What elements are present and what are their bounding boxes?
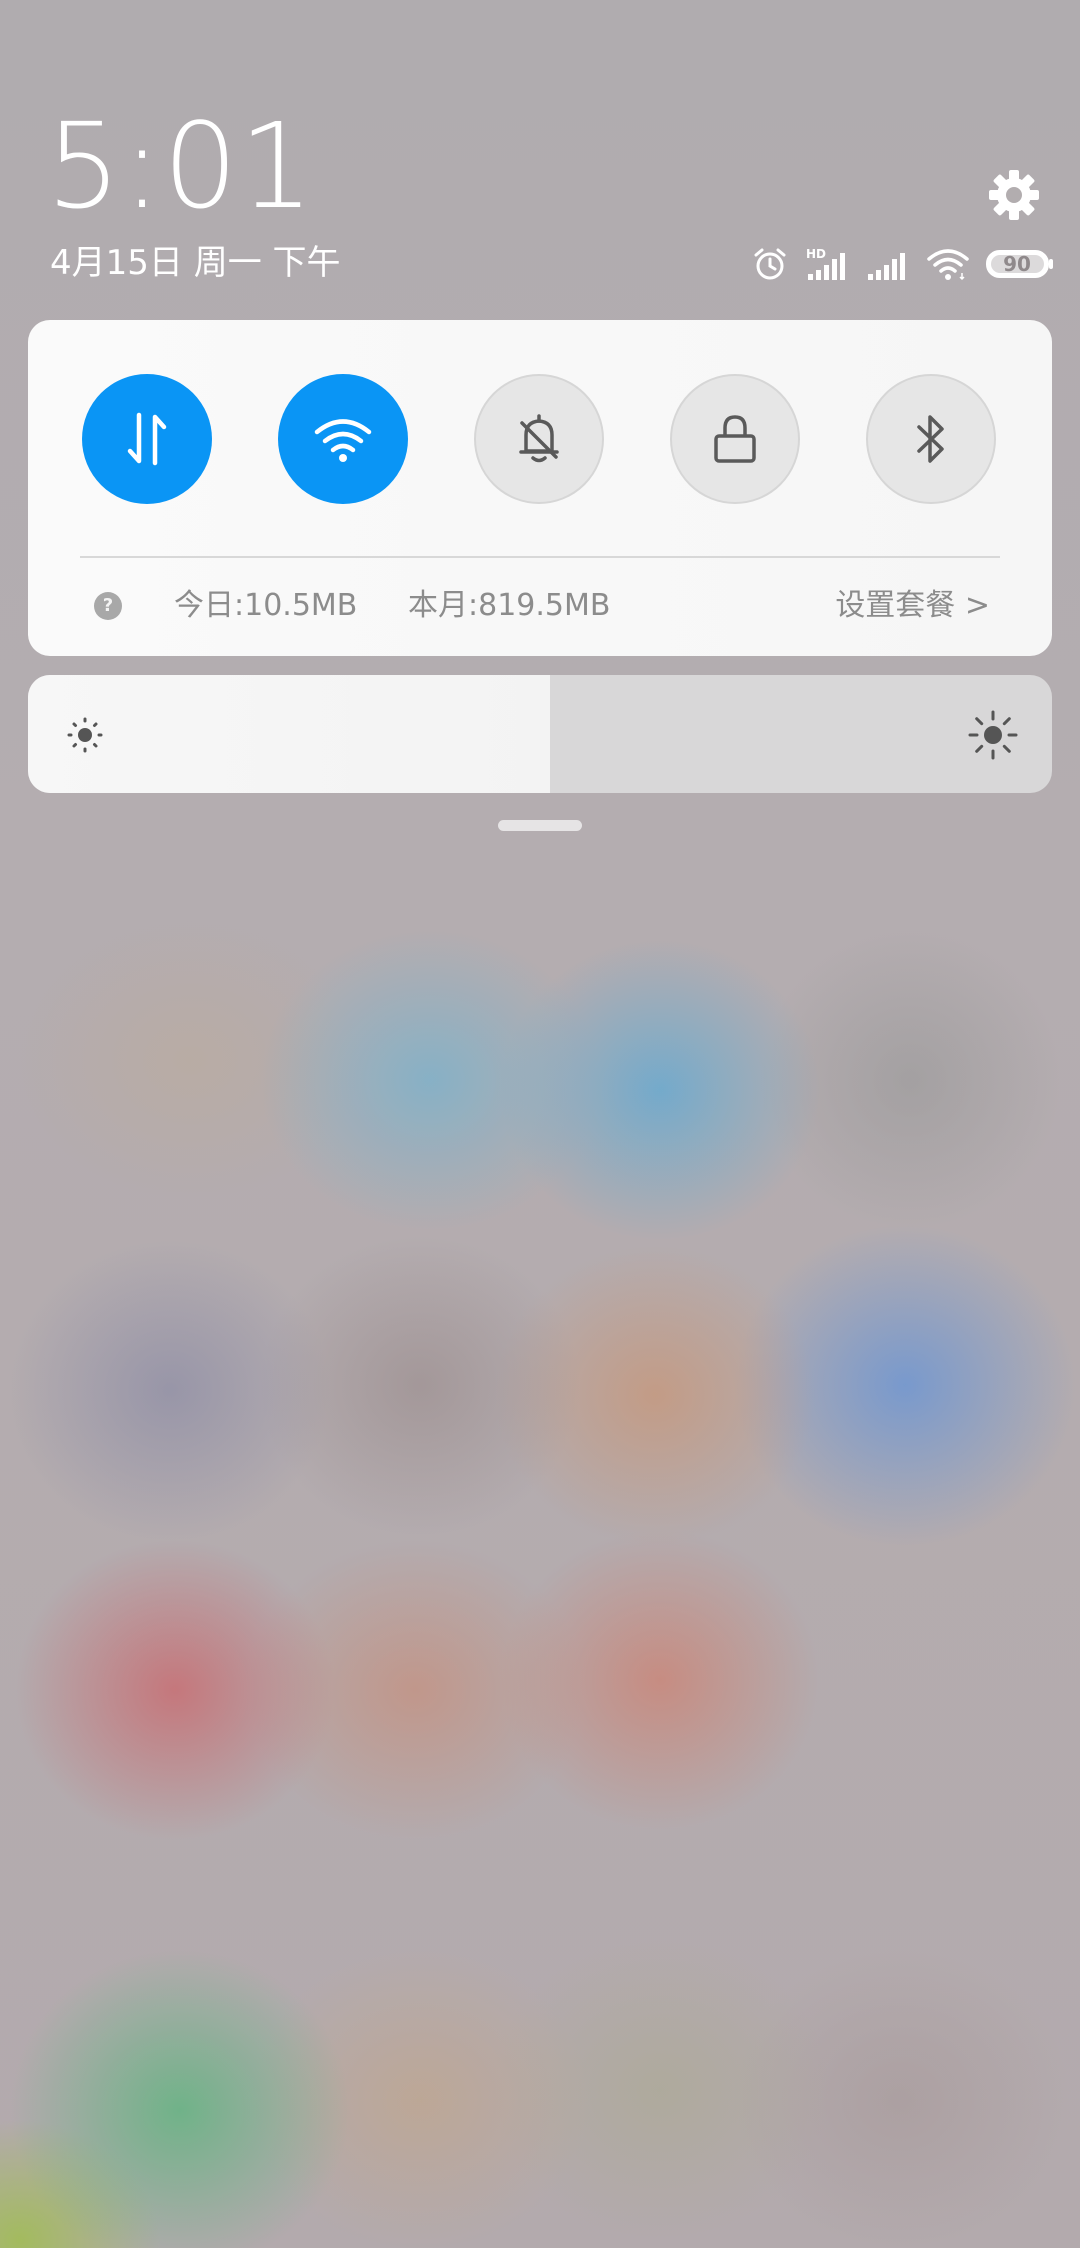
bell-off-icon bbox=[519, 414, 559, 463]
toggle-lock-screen[interactable] bbox=[670, 374, 800, 504]
toggle-bluetooth[interactable] bbox=[866, 374, 996, 504]
mobile-data-icon bbox=[127, 412, 167, 466]
wifi-icon bbox=[314, 419, 372, 462]
data-usage-today: 今日:10.5MB bbox=[174, 588, 358, 623]
quick-settings-panel: ? 今日:10.5MB 本月:819.5MB 设置套餐 > bbox=[28, 320, 1052, 656]
battery-level: 90 bbox=[1003, 252, 1031, 276]
toggle-silent[interactable] bbox=[474, 374, 604, 504]
clock: 5:01 bbox=[46, 97, 315, 235]
signal-hd-icon: HD bbox=[806, 247, 845, 280]
wifi-status-icon bbox=[927, 249, 969, 281]
date-label: 4月15日 周一 下午 bbox=[50, 243, 341, 283]
toggle-wifi[interactable] bbox=[278, 374, 408, 504]
divider bbox=[80, 556, 1000, 558]
brightness-high-icon bbox=[968, 710, 1018, 760]
brightness-low-icon bbox=[67, 717, 103, 753]
battery-icon: 90 bbox=[986, 250, 1054, 278]
data-usage-row: ? 今日:10.5MB 本月:819.5MB 设置套餐 > bbox=[90, 582, 990, 630]
brightness-slider[interactable] bbox=[28, 675, 1052, 793]
drag-handle[interactable] bbox=[498, 820, 582, 831]
settings-gear-icon[interactable] bbox=[986, 167, 1042, 223]
set-plan-link[interactable]: 设置套餐 > bbox=[835, 582, 990, 630]
bluetooth-icon bbox=[917, 415, 944, 463]
toggle-mobile-data[interactable] bbox=[82, 374, 212, 504]
help-icon[interactable]: ? bbox=[94, 592, 122, 620]
data-usage-month: 本月:819.5MB bbox=[408, 588, 611, 623]
signal-icon bbox=[868, 253, 905, 280]
lock-icon bbox=[714, 415, 756, 463]
alarm-icon bbox=[754, 248, 786, 280]
network-badge: HD bbox=[806, 247, 826, 261]
brightness-fill bbox=[28, 675, 550, 793]
status-bar-icons: HD 90 bbox=[752, 242, 1054, 286]
